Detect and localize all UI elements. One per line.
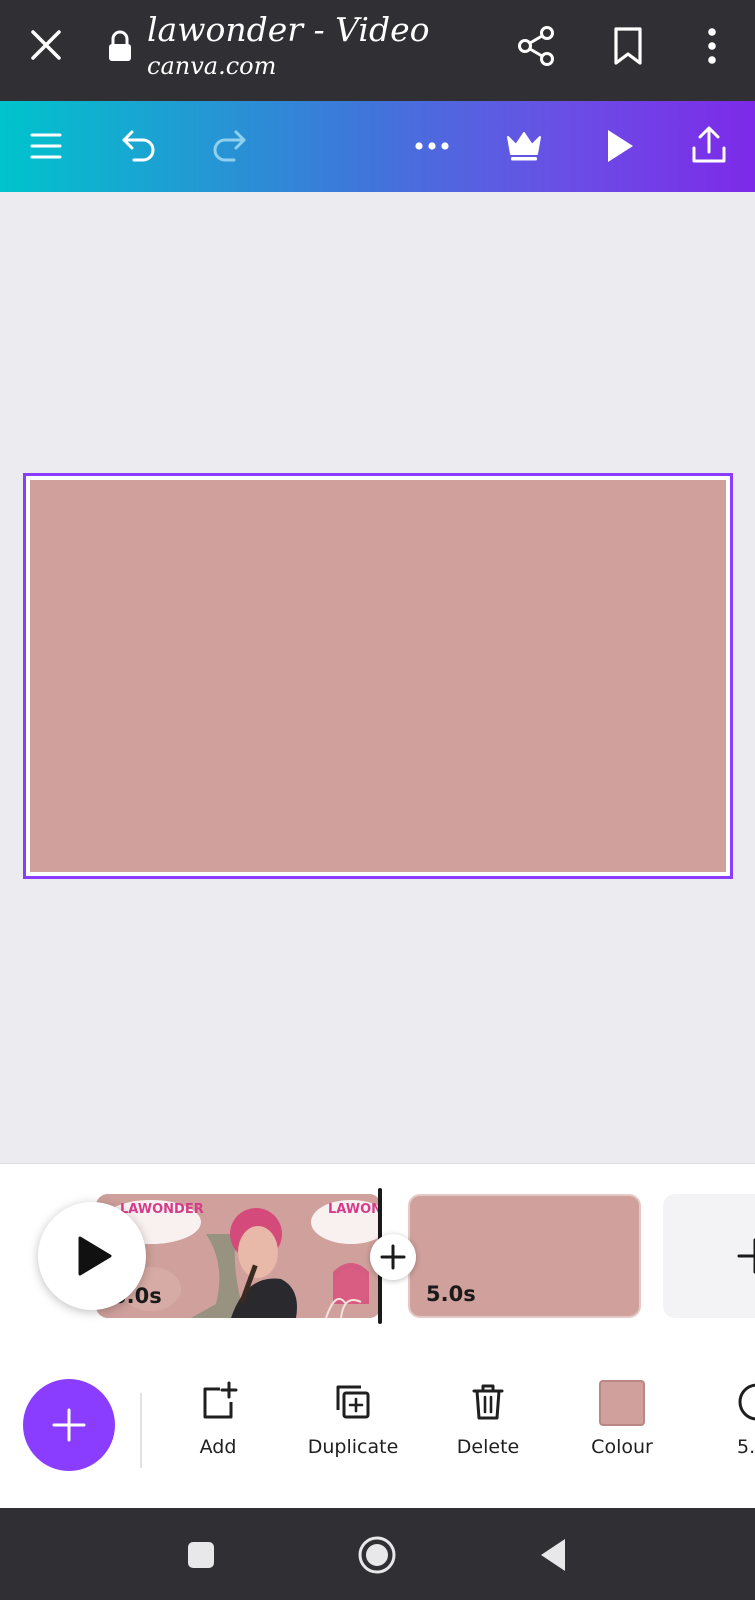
crown-icon[interactable] bbox=[501, 123, 547, 169]
timeline: LAWONDER LAWON 5.0s 5.0s bbox=[0, 1163, 755, 1338]
timeline-play-button[interactable] bbox=[38, 1202, 146, 1310]
app-frame: lawonder - Video canva.com LAWONDER LAWO… bbox=[0, 0, 755, 1600]
divider bbox=[140, 1393, 142, 1468]
more-horizontal-icon[interactable] bbox=[409, 123, 455, 169]
back-icon[interactable] bbox=[533, 1534, 575, 1576]
page-domain: canva.com bbox=[147, 52, 277, 80]
add-page-icon bbox=[203, 1381, 238, 1419]
share-icon[interactable] bbox=[514, 24, 558, 68]
duplicate-button[interactable]: Duplicate bbox=[293, 1368, 413, 1468]
editor-toolbar bbox=[0, 101, 755, 192]
delete-label: Delete bbox=[456, 1436, 520, 1458]
colour-button[interactable]: Colour bbox=[562, 1368, 682, 1468]
add-element-button[interactable] bbox=[23, 1379, 115, 1471]
add-page-button[interactable]: Add bbox=[158, 1368, 278, 1468]
redo-icon[interactable] bbox=[206, 123, 252, 169]
more-vertical-icon[interactable] bbox=[690, 24, 734, 68]
close-icon[interactable] bbox=[28, 27, 64, 63]
trash-icon bbox=[472, 1384, 504, 1420]
duplicate-icon bbox=[336, 1385, 370, 1419]
page-title: lawonder - Video bbox=[147, 10, 430, 49]
timing-button[interactable]: 5.0 bbox=[697, 1368, 755, 1468]
delete-button[interactable]: Delete bbox=[428, 1368, 548, 1468]
menu-icon[interactable] bbox=[23, 123, 69, 169]
recents-icon[interactable] bbox=[180, 1534, 222, 1576]
plus-icon bbox=[737, 1238, 755, 1274]
action-bar: Add Duplicate Delete Colour 5. bbox=[0, 1338, 755, 1508]
clip-1-thumb-text-left: LAWONDER bbox=[120, 1202, 204, 1217]
add-page-label: Add bbox=[199, 1436, 237, 1458]
home-icon[interactable] bbox=[356, 1534, 398, 1576]
browser-bar: lawonder - Video canva.com bbox=[0, 0, 755, 101]
share-upload-icon[interactable] bbox=[686, 123, 732, 169]
colour-swatch bbox=[599, 1380, 645, 1426]
add-clip-button[interactable] bbox=[663, 1194, 755, 1318]
plus-icon bbox=[380, 1244, 406, 1270]
page-selection[interactable] bbox=[23, 473, 733, 879]
play-icon bbox=[78, 1236, 112, 1276]
undo-icon[interactable] bbox=[116, 123, 162, 169]
timeline-clip-2[interactable]: 5.0s bbox=[408, 1194, 641, 1318]
clip-1-thumb-text-right: LAWON bbox=[328, 1202, 381, 1217]
plus-icon bbox=[52, 1408, 86, 1442]
design-page[interactable] bbox=[30, 480, 726, 872]
canvas-stage bbox=[0, 192, 755, 1163]
insert-clip-button[interactable] bbox=[370, 1234, 416, 1280]
colour-label: Colour bbox=[591, 1436, 653, 1458]
bookmark-icon[interactable] bbox=[606, 24, 650, 68]
duplicate-label: Duplicate bbox=[307, 1436, 399, 1458]
system-nav-bar bbox=[0, 1508, 755, 1600]
lock-icon bbox=[109, 30, 131, 61]
preview-play-icon[interactable] bbox=[596, 123, 642, 169]
timer-icon bbox=[738, 1383, 755, 1421]
clip-2-duration: 5.0s bbox=[426, 1282, 476, 1306]
timing-label: 5.0 bbox=[737, 1436, 755, 1458]
